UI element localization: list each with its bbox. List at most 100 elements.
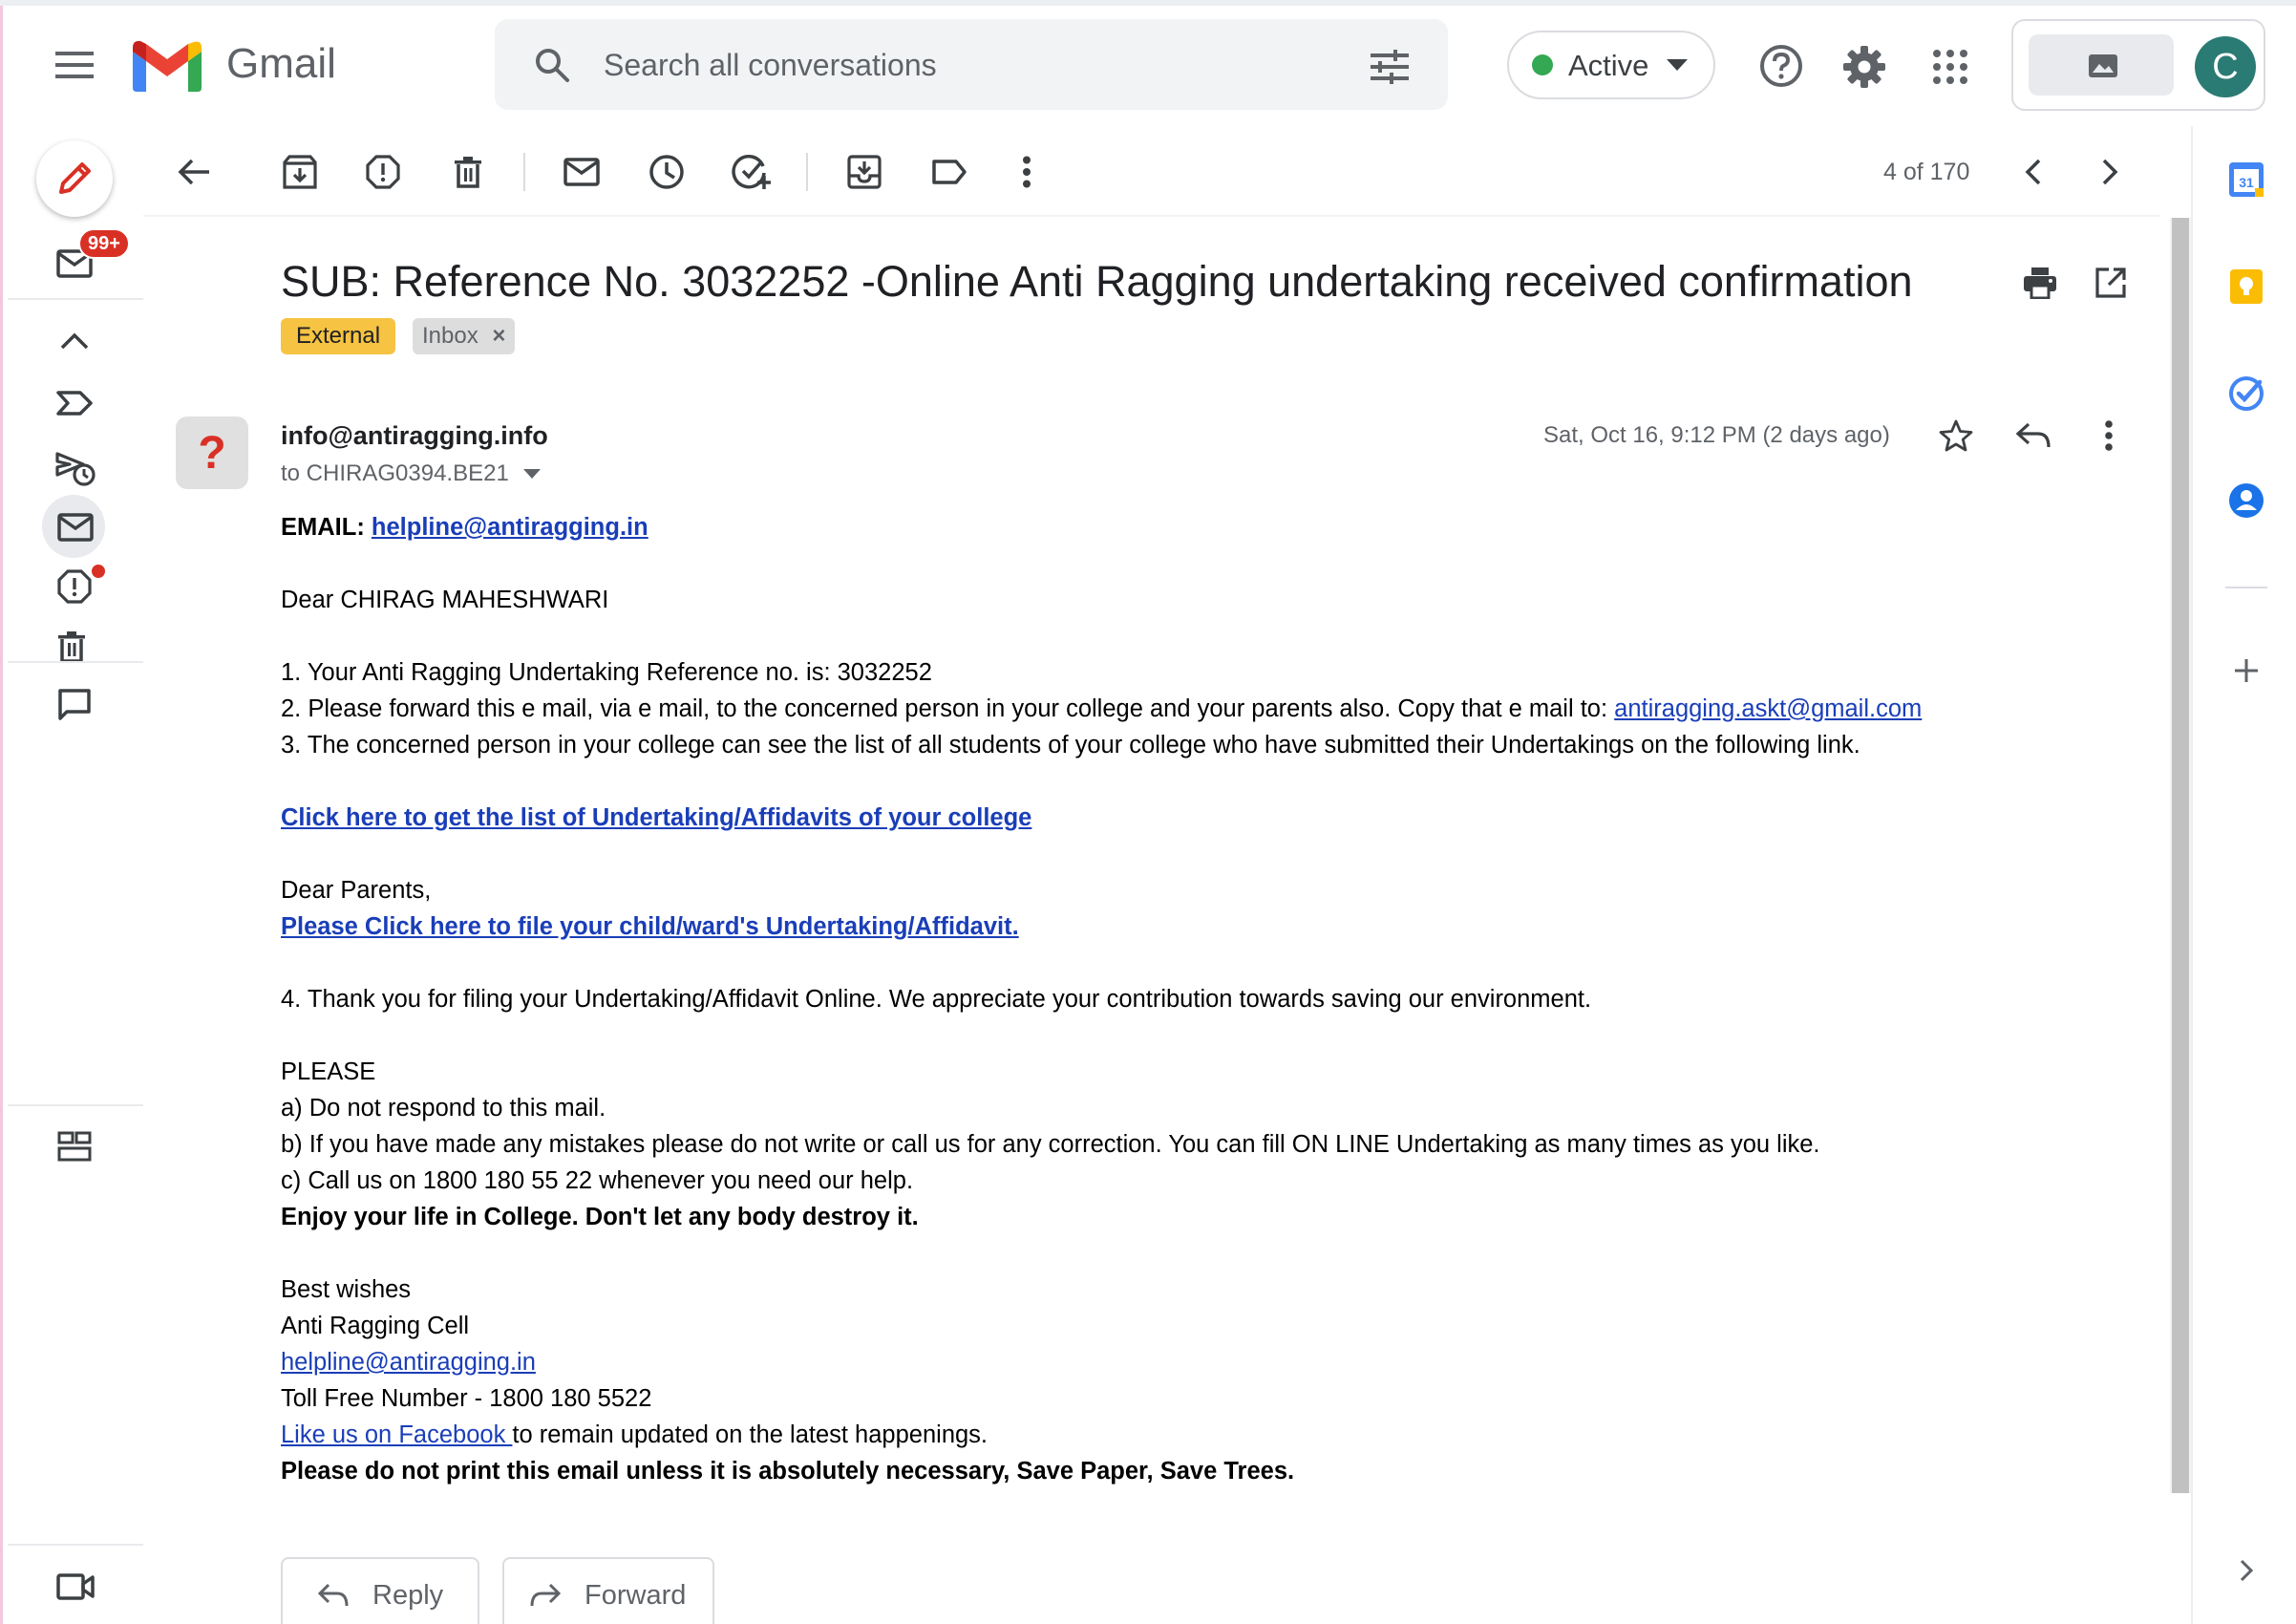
tasks-icon[interactable] xyxy=(2227,374,2265,413)
copy-email-link[interactable]: antiragging.askt@gmail.com xyxy=(1614,695,1922,722)
note-a: a) Do not respond to this mail. xyxy=(281,1095,606,1122)
rail-divider xyxy=(8,298,143,300)
facebook-text: to remain updated on the latest happenin… xyxy=(512,1421,989,1448)
college-list-line: Click here to get the list of Undertakin… xyxy=(281,801,1031,835)
add-addon-icon[interactable] xyxy=(2229,653,2264,688)
search-input[interactable] xyxy=(604,40,1329,90)
reply-button-label: Reply xyxy=(372,1579,444,1611)
important-icon[interactable] xyxy=(53,387,96,419)
avatar[interactable]: C xyxy=(2195,36,2256,97)
spaces-icon[interactable] xyxy=(55,1129,94,1164)
app-name: Gmail xyxy=(226,40,336,87)
helpline-line: helpline@antiragging.in xyxy=(281,1345,536,1379)
add-task-icon[interactable] xyxy=(730,151,774,193)
compose-icon xyxy=(53,157,96,201)
forward-button-label: Forward xyxy=(585,1579,687,1611)
older-icon[interactable] xyxy=(2095,155,2124,189)
mark-unread-icon[interactable] xyxy=(562,155,602,189)
more-icon[interactable] xyxy=(1012,153,1041,191)
footer-line: Please do not print this email unless it… xyxy=(281,1458,1295,1485)
chat-icon[interactable] xyxy=(55,686,94,724)
scrollbar-thumb[interactable] xyxy=(2172,218,2189,1493)
message-subject: SUB: Reference No. 3032252 -Online Anti … xyxy=(281,257,1913,306)
parents-line: Please Click here to file your child/war… xyxy=(281,909,1019,944)
toolbar-separator xyxy=(523,153,525,191)
reply-button-icon xyxy=(317,1582,350,1609)
image-icon xyxy=(2086,52,2120,80)
forward-button[interactable]: Forward xyxy=(502,1557,714,1624)
note-c: c) Call us on 1800 180 55 22 whenever yo… xyxy=(281,1167,914,1194)
notification-dot xyxy=(92,565,105,578)
rail-divider xyxy=(8,1104,143,1106)
gmail-logo-icon[interactable] xyxy=(128,36,206,96)
parents-greeting: Dear Parents, xyxy=(281,877,432,904)
label-icon[interactable] xyxy=(930,155,968,189)
show-details-icon[interactable] xyxy=(521,466,542,481)
facebook-link[interactable]: Like us on Facebook xyxy=(281,1421,512,1448)
print-icon[interactable] xyxy=(2021,264,2059,302)
all-mail-icon[interactable] xyxy=(55,511,96,544)
archive-icon[interactable] xyxy=(279,153,321,191)
toolbar-separator xyxy=(806,153,808,191)
email-link[interactable]: helpline@antiragging.in xyxy=(372,514,648,541)
status-dot-icon xyxy=(1532,54,1553,75)
signature-name: Anti Ragging Cell xyxy=(281,1313,470,1339)
toll-free-line: Toll Free Number - 1800 180 5522 xyxy=(281,1385,652,1412)
label-inbox-text: Inbox xyxy=(422,323,478,349)
recipient-line: to CHIRAG0394.BE21 xyxy=(281,460,509,486)
note-b: b) If you have made any mistakes please … xyxy=(281,1131,1820,1158)
item-1: 1. Your Anti Ragging Undertaking Referen… xyxy=(281,659,932,686)
please-heading: PLEASE xyxy=(281,1058,376,1085)
search-icon[interactable] xyxy=(531,44,573,86)
best-wishes: Best wishes xyxy=(281,1276,412,1303)
menu-icon[interactable] xyxy=(50,42,99,88)
report-spam-icon[interactable] xyxy=(363,153,403,191)
remove-label-icon[interactable]: × xyxy=(492,323,505,349)
file-affidavit-link[interactable]: Please Click here to file your child/war… xyxy=(281,913,1019,940)
message-date: Sat, Oct 16, 9:12 PM (2 days ago) xyxy=(1543,422,1890,448)
email-label: EMAIL: xyxy=(281,514,365,541)
search-options-icon[interactable] xyxy=(1368,46,1412,88)
reply-icon[interactable] xyxy=(2013,417,2053,455)
contacts-icon[interactable] xyxy=(2227,481,2265,520)
calendar-icon[interactable]: 31 xyxy=(2227,160,2265,199)
snooze-icon[interactable] xyxy=(646,151,688,193)
toolbar-rule xyxy=(143,215,2160,217)
sender-email[interactable]: info@antiragging.info xyxy=(281,418,548,453)
delete-icon[interactable] xyxy=(451,153,485,191)
scheduled-icon[interactable] xyxy=(53,449,97,487)
unread-badge: 99+ xyxy=(78,228,130,259)
meet-icon[interactable] xyxy=(55,1571,96,1603)
chevron-down-icon xyxy=(1666,55,1689,75)
item-4: 4. Thank you for filing your Undertaking… xyxy=(281,986,1592,1013)
star-icon[interactable] xyxy=(1937,417,1975,455)
open-in-new-window-icon[interactable] xyxy=(2092,264,2130,302)
spam-icon[interactable] xyxy=(55,567,94,606)
pager-count: 4 of 170 xyxy=(1883,159,1970,185)
rail-divider xyxy=(8,661,143,663)
move-to-icon[interactable] xyxy=(844,153,884,191)
collapse-icon[interactable] xyxy=(55,327,94,355)
trash-icon[interactable] xyxy=(57,629,86,665)
enjoy-line: Enjoy your life in College. Don't let an… xyxy=(281,1204,919,1230)
side-panel-separator xyxy=(2225,587,2267,588)
help-icon[interactable] xyxy=(1757,42,1805,90)
reply-button[interactable]: Reply xyxy=(281,1557,479,1624)
expand-panel-icon[interactable] xyxy=(2233,1555,2260,1586)
left-edge xyxy=(0,6,3,1624)
email-line: EMAIL: helpline@antiragging.in xyxy=(281,510,648,545)
facebook-line: Like us on Facebook to remain updated on… xyxy=(281,1418,988,1452)
back-icon[interactable] xyxy=(174,153,214,191)
top-edge xyxy=(0,0,2296,6)
rail-divider xyxy=(8,1544,143,1546)
college-list-link[interactable]: Click here to get the list of Undertakin… xyxy=(281,804,1031,831)
newer-icon[interactable] xyxy=(2019,155,2048,189)
calendar-day: 31 xyxy=(2239,175,2254,190)
keep-icon[interactable] xyxy=(2227,267,2265,306)
sender-avatar: ? xyxy=(176,417,248,489)
message-more-icon[interactable] xyxy=(2097,417,2120,455)
apps-grid-icon[interactable] xyxy=(1927,44,1973,90)
settings-icon[interactable] xyxy=(1839,42,1889,92)
helpline-link[interactable]: helpline@antiragging.in xyxy=(281,1349,536,1376)
label-inbox[interactable]: Inbox × xyxy=(413,318,516,354)
